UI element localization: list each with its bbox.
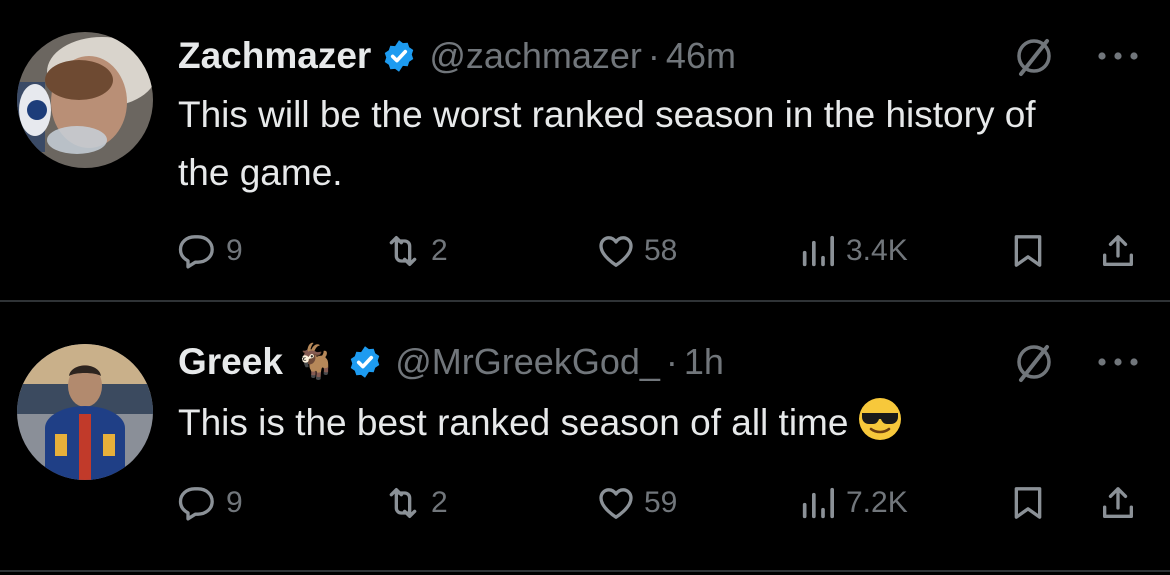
like-count: 58: [644, 234, 678, 267]
verified-badge-icon: [381, 38, 417, 74]
avatar[interactable]: [17, 344, 153, 480]
separator: ·: [665, 341, 678, 382]
retweet-icon: [383, 231, 423, 271]
timestamp[interactable]: 1h: [684, 341, 724, 383]
share-button[interactable]: [1098, 228, 1138, 274]
display-name[interactable]: Zachmazer: [178, 35, 371, 77]
share-icon: [1098, 231, 1138, 271]
verified-badge-icon: [347, 344, 383, 380]
heart-icon: [596, 483, 636, 523]
timestamp[interactable]: 46m: [666, 35, 736, 77]
more-dots-icon[interactable]: [1096, 352, 1140, 372]
share-button[interactable]: [1098, 480, 1138, 526]
action-bar: 9 2 59 7.2K: [178, 480, 1150, 526]
more-dots-icon[interactable]: [1096, 46, 1140, 66]
tweet-text: This is the best ranked season of all ti…: [178, 402, 849, 443]
reply-button[interactable]: 9: [178, 480, 243, 526]
handle[interactable]: @zachmazer: [429, 35, 642, 77]
reply-count: 9: [226, 486, 243, 519]
view-count: 3.4K: [846, 234, 908, 267]
reply-bubble-icon: [178, 231, 218, 271]
sunglasses-emoji-icon: [856, 395, 904, 443]
avatar[interactable]: [17, 32, 153, 168]
heart-icon: [596, 231, 636, 271]
goat-emoji: 🐐: [294, 343, 338, 381]
like-button[interactable]: 59: [596, 480, 677, 526]
action-bar: 9 2 58 3.4K: [178, 228, 1150, 274]
reply-count: 9: [226, 234, 243, 267]
view-count: 7.2K: [846, 486, 908, 519]
views-button[interactable]: 7.2K: [798, 480, 908, 526]
views-bars-icon: [798, 231, 838, 271]
retweet-button[interactable]: 2: [383, 480, 448, 526]
divider: [0, 570, 1170, 572]
bookmark-icon: [1008, 483, 1048, 523]
like-button[interactable]: 58: [596, 228, 677, 274]
share-icon: [1098, 483, 1138, 523]
bookmark-button[interactable]: [1008, 228, 1048, 274]
handle[interactable]: @MrGreekGod_: [395, 341, 660, 383]
tweet-text-container: This is the best ranked season of all ti…: [178, 394, 1078, 452]
views-button[interactable]: 3.4K: [798, 228, 908, 274]
reply-button[interactable]: 9: [178, 228, 243, 274]
separator: ·: [647, 35, 660, 76]
tweet[interactable]: Greek 🐐 @MrGreekGod_ · 1h This is the be…: [0, 302, 1170, 572]
retweet-count: 2: [431, 234, 448, 267]
retweet-count: 2: [431, 486, 448, 519]
bookmark-button[interactable]: [1008, 480, 1048, 526]
like-count: 59: [644, 486, 678, 519]
tweet[interactable]: Zachmazer @zachmazer · 46m This will be …: [0, 0, 1170, 302]
retweet-button[interactable]: 2: [383, 228, 448, 274]
bookmark-icon: [1008, 231, 1048, 271]
tweet-text: This will be the worst ranked season in …: [178, 94, 1036, 193]
grok-slash-icon[interactable]: [1010, 338, 1058, 386]
views-bars-icon: [798, 483, 838, 523]
display-name[interactable]: Greek: [178, 341, 283, 383]
grok-slash-icon[interactable]: [1010, 32, 1058, 80]
retweet-icon: [383, 483, 423, 523]
reply-bubble-icon: [178, 483, 218, 523]
